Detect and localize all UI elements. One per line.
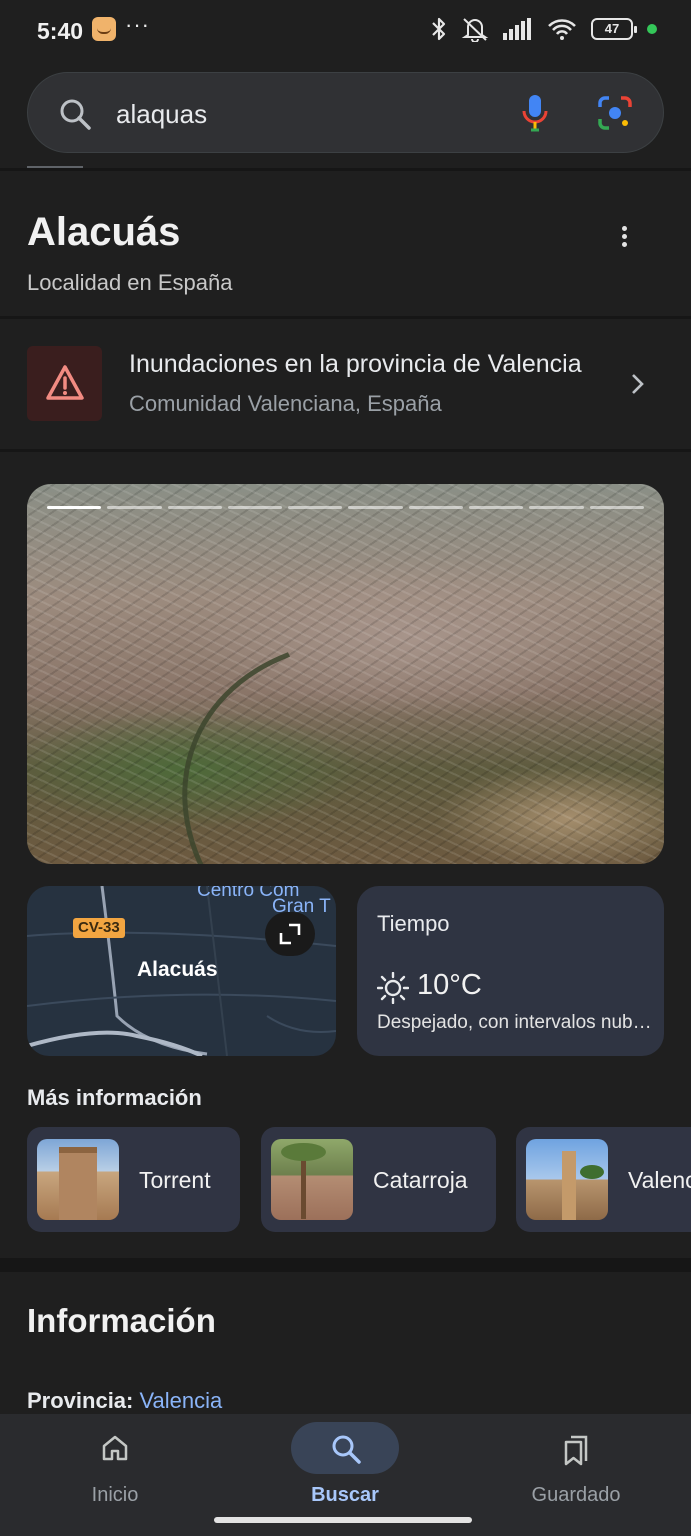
search-bar[interactable]: alaquas [27,72,664,153]
alert-icon-box [27,346,102,421]
signal-icon [503,18,531,40]
map-card[interactable]: CV-33 Centro Com Gran T Alacuás [27,886,336,1056]
related-chip-valencia[interactable]: Valencia [516,1127,691,1232]
province-link[interactable]: Valencia [140,1388,223,1413]
slide-segment [469,506,524,509]
section-divider [0,1258,691,1272]
entity-subtitle: Localidad en España [27,270,233,295]
expand-map-button[interactable] [265,912,315,956]
divider [0,449,691,452]
alert-title: Inundaciones en la provincia de Valencia [129,350,582,378]
home-indicator[interactable] [214,1517,472,1523]
alert-subtitle: Comunidad Valenciana, España [129,391,442,416]
nav-label: Guardado [531,1484,621,1506]
info-row-province: Provincia: Valencia [27,1388,222,1414]
weather-title: Tiempo [377,911,450,936]
search-icon [60,99,91,130]
nav-item-guardado[interactable]: Guardado [476,1414,676,1536]
nav-item-inicio[interactable]: Inicio [15,1414,215,1536]
wifi-icon [548,19,576,40]
related-chip-catarroja[interactable]: Catarroja [261,1127,496,1232]
sun-icon [377,972,409,1004]
related-chip-torrent[interactable]: Torrent [27,1127,240,1232]
entity-title: Alacuás [27,210,181,254]
more-options-icon[interactable] [612,222,638,252]
mic-icon[interactable] [520,93,550,133]
status-bar: 5:40 ··· 47 [0,0,691,62]
divider [0,316,691,319]
chip-thumbnail [526,1139,608,1220]
privacy-indicator [647,24,657,34]
map-town-label: Alacuás [137,958,218,981]
status-icons: 47 [431,16,657,42]
slide-segment [107,506,162,509]
lens-icon[interactable] [597,95,633,131]
more-info-title: Más información [27,1085,202,1110]
divider [0,168,691,171]
chip-thumbnail [37,1139,119,1220]
bluetooth-icon [432,17,446,41]
chip-label: Valencia [628,1167,691,1193]
search-input[interactable]: alaquas [116,99,207,130]
app-notification-icon [92,17,116,41]
slide-segment [589,506,644,509]
status-time: 5:40 [37,18,84,44]
slide-segment [167,506,222,509]
home-icon [102,1435,128,1461]
road-badge: CV-33 [73,918,125,938]
chip-thumbnail [271,1139,353,1220]
search-icon [332,1435,361,1464]
nav-label: Inicio [91,1484,139,1506]
alert-row[interactable]: Inundaciones en la provincia de Valencia… [0,320,691,448]
weather-description: Despejado, con intervalos nubosos [377,1012,652,1033]
weather-temperature: 10°C [417,969,482,1001]
slide-segment [47,506,102,509]
expand-icon [279,923,301,945]
chip-label: Catarroja [373,1167,468,1193]
chevron-right-icon [632,374,644,394]
slide-segment [227,506,283,509]
muted-bell-icon [461,18,489,42]
more-notifications-icon: ··· [125,12,150,37]
weather-card[interactable]: Tiempo 10°C Despejado, con intervalos nu… [357,886,664,1056]
info-section-title: Información [27,1302,216,1339]
battery-icon: 47 [591,18,637,40]
chip-label: Torrent [139,1167,211,1193]
slide-segment [408,506,464,509]
nav-label: Buscar [311,1484,379,1506]
slide-progress [47,506,644,509]
province-label: Provincia: [27,1388,134,1413]
slide-segment [529,506,584,509]
hero-image[interactable] [27,484,664,864]
saved-icon [564,1435,588,1466]
warning-icon [46,365,84,400]
slide-segment [348,506,403,509]
slide-segment [288,506,343,509]
